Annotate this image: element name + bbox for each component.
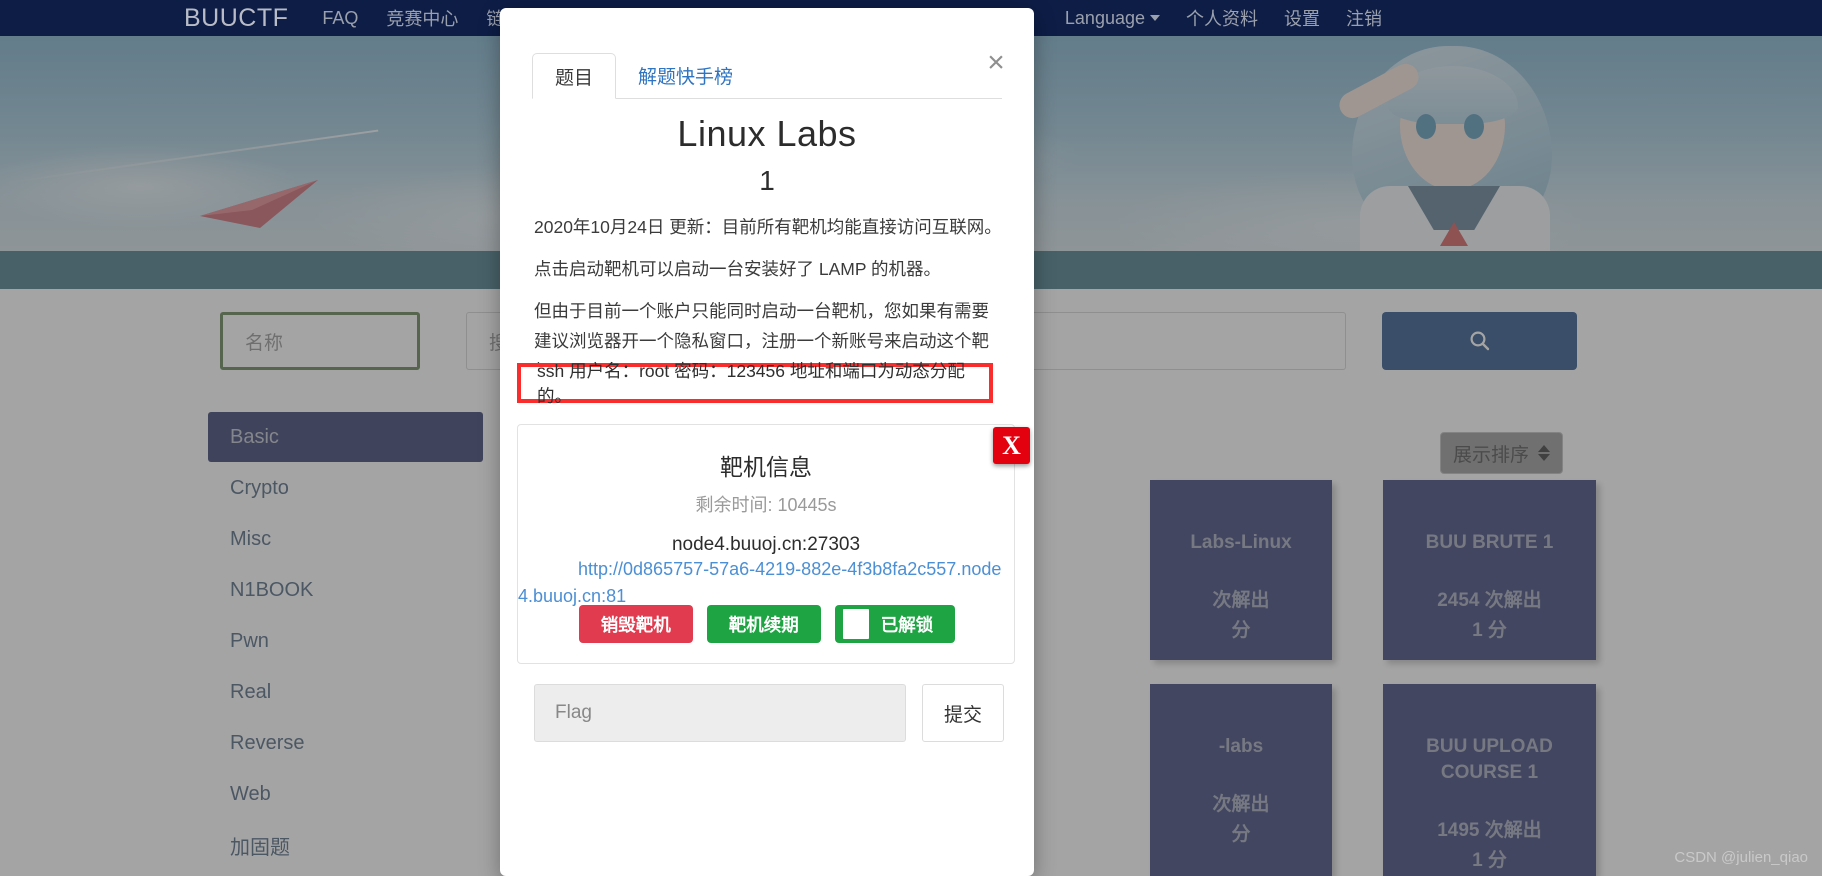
description-paragraph: 点击启动靶机可以启动一台安装好了 LAMP 的机器。 [534,259,942,279]
tab-fastest-solvers[interactable]: 解题快手榜 [616,53,755,98]
challenge-modal: × 题目 解题快手榜 Linux Labs 1 2020年10月24日 更新：目… [500,8,1034,876]
unlocked-status-button[interactable]: 已解锁 [834,605,956,643]
submit-flag-button[interactable]: 提交 [922,684,1004,742]
brand-logo[interactable]: BUUCTF [184,4,288,33]
nav-link-contest-center[interactable]: 竞赛中心 [386,5,458,31]
modal-tabs: 题目 解题快手榜 [532,53,1002,99]
nav-link-label: 注销 [1346,9,1382,29]
nav-link-logout[interactable]: 注销 [1346,5,1382,31]
nav-link-label: Language [1064,7,1145,28]
nav-link-label: 个人资料 [1186,9,1258,29]
tab-label: 解题快手榜 [638,67,734,88]
challenge-subtitle: 1 [759,165,775,196]
flag-submit-row: Flag 提交 [534,684,1004,742]
flag-input[interactable]: Flag [534,684,906,742]
ssh-credentials-text: ssh 用户名：root 密码：123456 地址和端口为动态分配的。 [537,361,965,406]
destroy-target-button[interactable]: 销毁靶机 [578,605,693,643]
target-url-link[interactable]: http://0d865757-57a6-4219-882e-4f3b8fa2c… [518,559,1001,606]
tab-challenge[interactable]: 题目 [532,53,617,99]
target-machine-info-card: 靶机信息 剩余时间: 10445s node4.buuoj.cn:27303 h… [517,424,1015,664]
target-action-buttons: 销毁靶机 靶机续期 已解锁 [518,605,1016,643]
renew-target-button[interactable]: 靶机续期 [706,605,821,643]
nav-link-label: 竞赛中心 [386,9,459,29]
nav-link-profile[interactable]: 个人资料 [1186,5,1258,31]
nav-link-faq[interactable]: FAQ [322,8,358,29]
nav-link-settings[interactable]: 设置 [1284,5,1320,31]
target-remaining-time: 剩余时间: 10445s [695,495,837,515]
screen: 名称 搜索题目 Basic Crypto Misc N1BOOK Pwn Rea… [0,0,1822,876]
nav-link-label: FAQ [322,7,359,28]
description-paragraph: 2020年10月24日 更新：目前所有靶机均能直接访问互联网。 [534,217,1002,237]
ssh-credentials-note: ssh 用户名：root 密码：123456 地址和端口为动态分配的。 [517,361,993,406]
tab-label: 题目 [555,67,594,89]
chevron-down-icon [1150,15,1160,21]
nav-right-group: Language 个人资料 设置 注销 [1065,0,1382,36]
challenge-title: Linux Labs [677,113,857,154]
target-node-address: node4.buuoj.cn:27303 [671,534,861,555]
watermark: CSDN @julien_qiao [1674,849,1808,866]
nav-link-language[interactable]: Language [1065,8,1160,29]
target-info-heading: 靶机信息 [720,454,812,480]
unlock-icon [842,609,869,639]
close-x-badge[interactable]: X [993,427,1030,464]
nav-link-label: 设置 [1284,9,1320,29]
unlocked-label: 已解锁 [880,614,934,635]
